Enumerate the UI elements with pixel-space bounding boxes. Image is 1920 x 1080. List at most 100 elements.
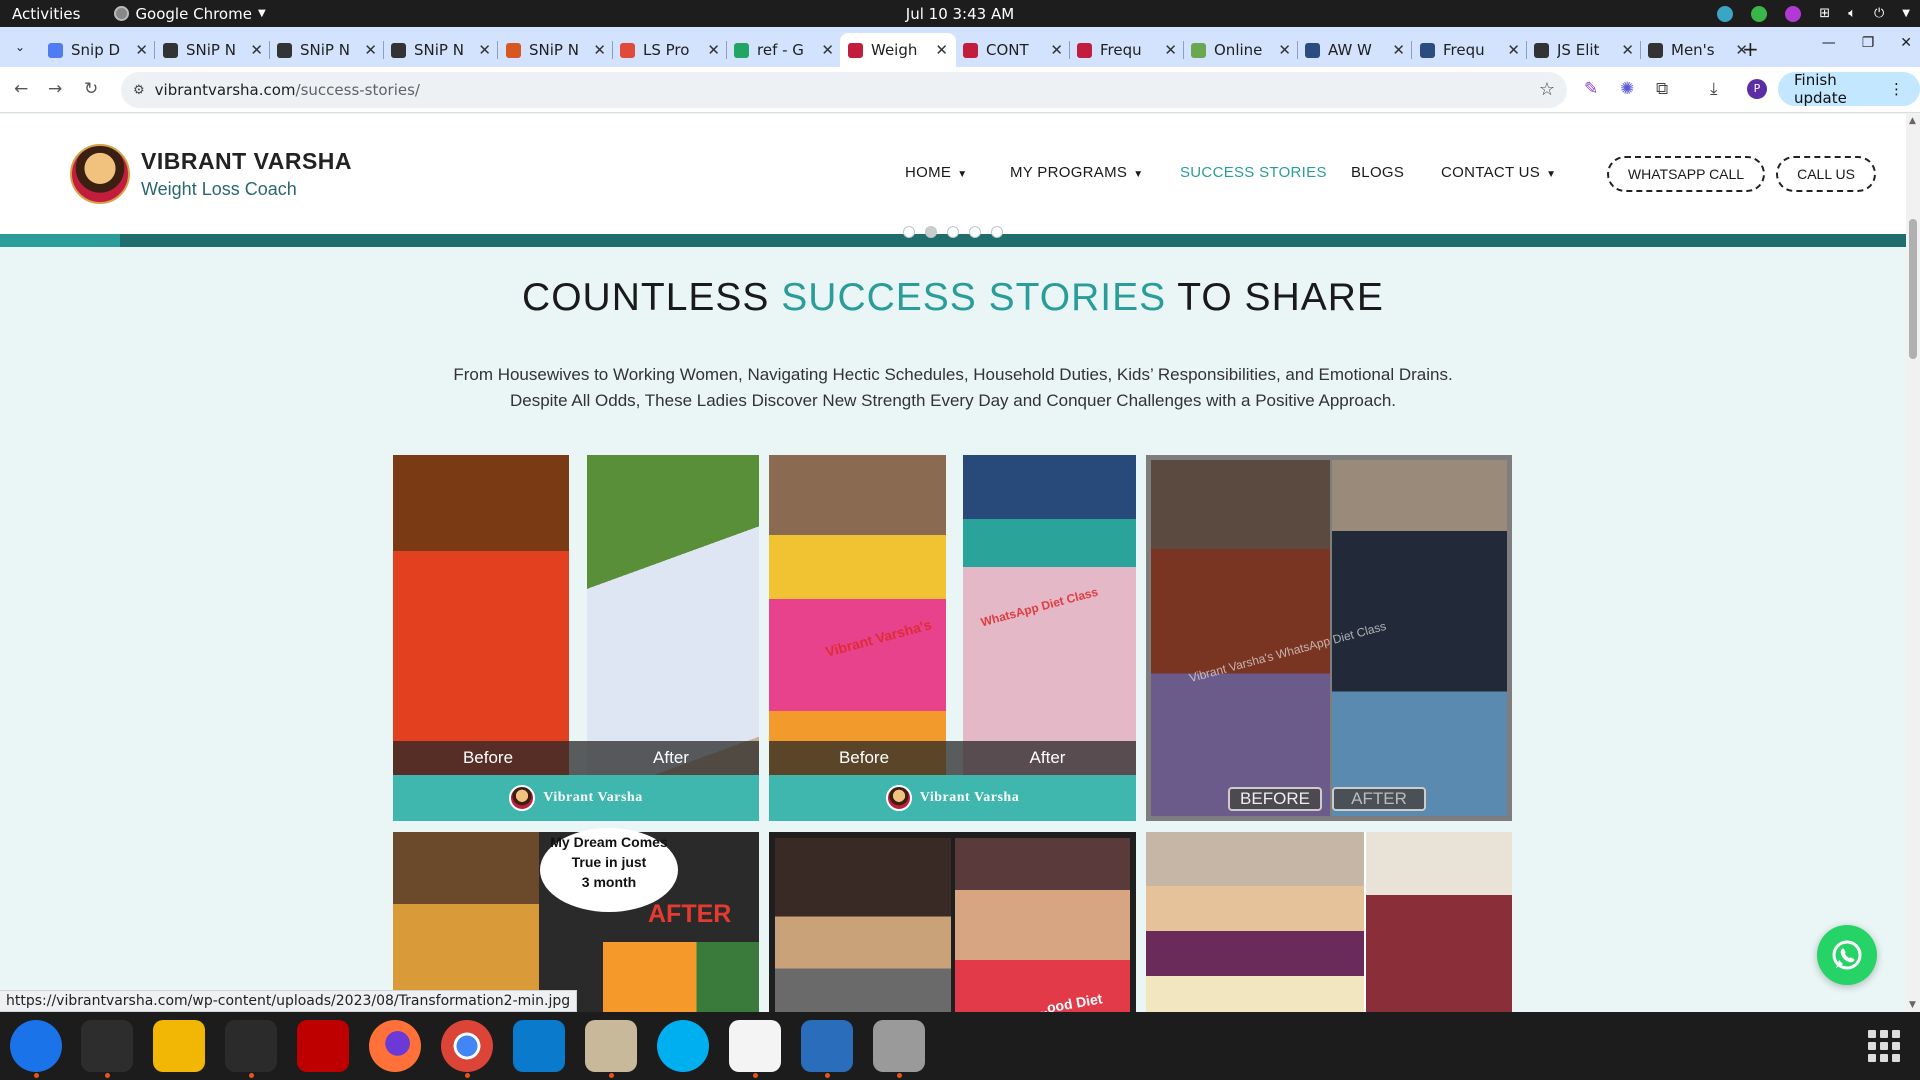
colorpicker-tray-icon[interactable] (1785, 5, 1802, 22)
browser-tab[interactable]: CONT ✕ (955, 33, 1071, 67)
success-story-card[interactable] (1146, 832, 1512, 1012)
vscode-icon[interactable] (513, 1020, 565, 1072)
browser-tab[interactable]: SNiP N ✕ (155, 33, 271, 67)
skype-icon[interactable] (657, 1020, 709, 1072)
libreoffice-writer-icon[interactable] (801, 1020, 853, 1072)
tab-close-icon[interactable]: ✕ (364, 41, 377, 59)
forward-icon[interactable]: → (48, 79, 62, 99)
browser-tab[interactable]: Online ✕ (1183, 33, 1299, 67)
nav-my-programs[interactable]: MY PROGRAMS ▼ (1010, 164, 1143, 181)
brand-logo[interactable] (70, 144, 130, 204)
slider-dot[interactable] (991, 226, 1003, 238)
finish-update-button[interactable]: Finish update ⋮ (1778, 71, 1920, 107)
close-window-icon[interactable]: ✕ (1900, 35, 1912, 51)
browser-tab[interactable]: JS Elit ✕ (1526, 33, 1642, 67)
site-info-icon[interactable]: ⚙ (133, 83, 145, 98)
address-bar[interactable]: ⚙ vibrantvarsha.com/success-stories/ ☆ (121, 72, 1567, 108)
minimize-icon[interactable]: — (1822, 35, 1836, 51)
scroll-thumb[interactable] (1909, 219, 1917, 359)
success-story-card[interactable]: Vibrant Varsha's WhatsApp Diet Class Bef… (769, 455, 1136, 821)
tab-close-icon[interactable]: ✕ (250, 41, 263, 59)
page-scrollbar[interactable]: ▲ ▼ (1906, 114, 1920, 1012)
tab-close-icon[interactable]: ✕ (1164, 41, 1177, 59)
system-tray[interactable]: ⊞ 🔈︎ ⏻ ▼ (1717, 0, 1910, 27)
slider-dot[interactable] (947, 226, 959, 238)
browser-tab[interactable]: AW W ✕ (1297, 33, 1413, 67)
browser-tab[interactable]: SNiP N ✕ (498, 33, 614, 67)
show-apps-icon[interactable] (1868, 1030, 1900, 1062)
scroll-down-icon[interactable]: ▼ (1909, 1000, 1916, 1010)
success-story-card[interactable]: Vibrant Varsha's WhatsApp Diet Class BEF… (1146, 455, 1512, 821)
restore-icon[interactable]: ❐ (1862, 35, 1875, 51)
tab-close-icon[interactable]: ✕ (935, 41, 948, 59)
tab-close-icon[interactable]: ✕ (478, 41, 491, 59)
slider-dot-active[interactable] (925, 226, 937, 238)
slider-dot[interactable] (903, 226, 915, 238)
nav-success-stories[interactable]: SUCCESS STORIES (1180, 164, 1327, 181)
filezilla-icon[interactable] (297, 1020, 349, 1072)
power-icon[interactable]: ⏻ (1874, 6, 1884, 21)
browser-tab[interactable]: Snip D ✕ (40, 33, 156, 67)
firefox-icon[interactable] (369, 1020, 421, 1072)
files-icon[interactable] (585, 1020, 637, 1072)
tab-close-icon[interactable]: ✕ (1621, 41, 1634, 59)
text-editor-icon[interactable] (729, 1020, 781, 1072)
system-monitor-icon[interactable] (225, 1020, 277, 1072)
url-domain: vibrantvarsha.com (154, 81, 296, 99)
tab-close-icon[interactable]: ✕ (1278, 41, 1291, 59)
tab-close-icon[interactable]: ✕ (1050, 41, 1063, 59)
brand-name[interactable]: VIBRANT VARSHA (141, 148, 352, 175)
browser-tab[interactable]: Frequ ✕ (1412, 33, 1528, 67)
browser-tab[interactable]: LS Pro ✕ (612, 33, 728, 67)
browser-tab[interactable]: Men's ✕ (1640, 33, 1756, 67)
network-icon[interactable]: ⊞ (1819, 6, 1830, 21)
slider-dot[interactable] (969, 226, 981, 238)
tab-close-icon[interactable]: ✕ (593, 41, 606, 59)
extensions-icon[interactable]: ⧉ (1656, 79, 1668, 99)
activities-button[interactable]: Activities (12, 5, 80, 23)
profile-avatar[interactable]: P (1747, 79, 1767, 99)
nav-home[interactable]: HOME ▼ (905, 164, 967, 181)
nav-blogs[interactable]: BLOGS (1351, 164, 1404, 181)
check-tray-icon[interactable] (1751, 5, 1768, 22)
puzzle-extension-icon[interactable]: ✺ (1620, 79, 1634, 99)
scroll-up-icon[interactable]: ▲ (1909, 116, 1916, 126)
new-tab-icon[interactable]: + (1742, 37, 1759, 61)
browser-tab[interactable]: SNiP N ✕ (269, 33, 385, 67)
call-us-button[interactable]: CALL US (1776, 156, 1876, 192)
whatsapp-call-button[interactable]: WHATSAPP CALL (1607, 156, 1765, 192)
tab-close-icon[interactable]: ✕ (1392, 41, 1405, 59)
tab-close-icon[interactable]: ✕ (1507, 41, 1520, 59)
browser-tab[interactable]: Weigh ✕ (840, 33, 956, 67)
thunderbird-icon[interactable] (10, 1020, 62, 1072)
chrome-icon[interactable] (441, 1020, 493, 1072)
download-icon[interactable]: ⤓ (1710, 79, 1718, 99)
calculator-icon[interactable] (153, 1020, 205, 1072)
app-menu[interactable]: Google Chrome ▼ (114, 5, 266, 23)
sync-tray-icon[interactable] (1717, 5, 1734, 22)
terminal-icon[interactable] (81, 1020, 133, 1072)
tab-search-icon[interactable]: ⌄ (8, 35, 32, 59)
reload-icon[interactable]: ↻ (84, 79, 98, 99)
tab-close-icon[interactable]: ✕ (135, 41, 148, 59)
back-icon[interactable]: ← (14, 79, 28, 99)
nav-contact-us[interactable]: CONTACT US ▼ (1441, 164, 1556, 181)
pen-extension-icon[interactable]: ✎ (1584, 79, 1598, 99)
disks-icon[interactable] (873, 1020, 925, 1072)
volume-icon[interactable]: 🔈︎ (1848, 6, 1856, 21)
dream-line-1: My Dream Comes (550, 834, 668, 850)
tab-label: Frequ (1100, 41, 1142, 59)
success-story-card[interactable]: Before After Vibrant Varsha (393, 455, 759, 821)
tab-label: SNiP N (186, 41, 236, 59)
browser-tab[interactable]: SNiP N ✕ (383, 33, 499, 67)
tab-close-icon[interactable]: ✕ (707, 41, 720, 59)
success-story-card[interactable] (769, 832, 1136, 1012)
bookmark-star-icon[interactable]: ☆ (1539, 79, 1555, 100)
browser-tab[interactable]: Frequ ✕ (1069, 33, 1185, 67)
whatsapp-float-button[interactable] (1817, 925, 1877, 985)
slider-progress (0, 234, 120, 247)
chevron-down-icon[interactable]: ▼ (1902, 8, 1910, 19)
tab-close-icon[interactable]: ✕ (821, 41, 834, 59)
browser-tab[interactable]: ref - G ✕ (726, 33, 842, 67)
clock[interactable]: Jul 10 3:43 AM (0, 5, 1920, 23)
